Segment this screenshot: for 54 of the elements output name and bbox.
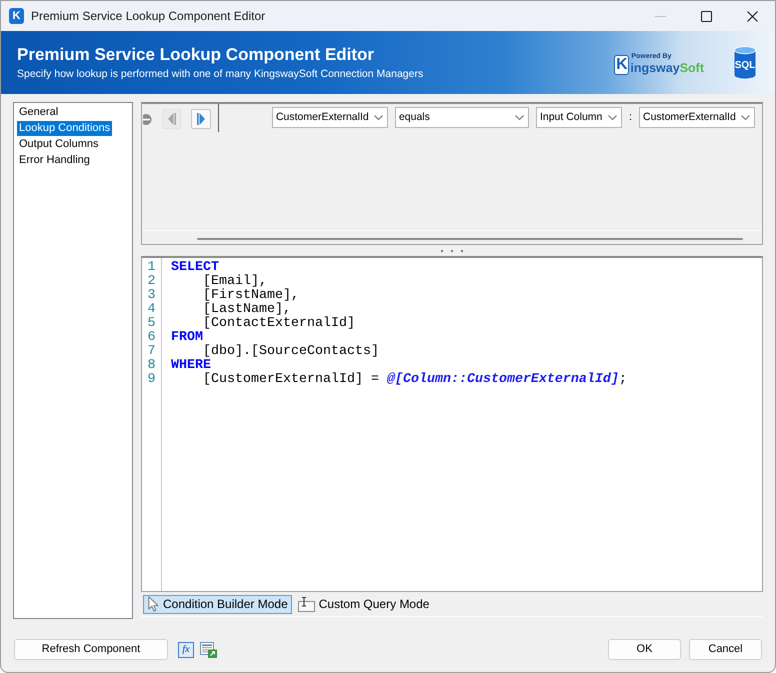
code-line: WHERE bbox=[171, 359, 211, 373]
source-type-dropdown[interactable]: Input Column bbox=[536, 107, 622, 128]
colon-separator: : bbox=[628, 110, 632, 126]
query-editor[interactable]: 1 2 3 4 5 6 7 8 9 SELECT [Email], [FirstName], [LastName], [ContactExternalId] FROM [dbo].[SourceContacts] WHERE [CustomerExternalId] = @[Column::CustomerExternalId]; bbox=[141, 256, 763, 592]
window-title: Premium Service Lookup Component Editor bbox=[31, 8, 266, 25]
logo-wordmark: ingswaySoft bbox=[629, 60, 704, 74]
cancel-button[interactable]: Cancel bbox=[689, 639, 762, 660]
code-line: SELECT bbox=[171, 261, 219, 275]
ok-button[interactable]: OK bbox=[608, 639, 681, 660]
database-logo: SQL bbox=[734, 46, 756, 79]
code-line: [dbo].[SourceContacts] bbox=[203, 345, 379, 359]
value-dropdown[interactable]: CustomerExternalId bbox=[639, 107, 755, 128]
sidebar-item[interactable]: General bbox=[17, 105, 60, 120]
move-right-button[interactable] bbox=[191, 109, 211, 129]
table-icon[interactable] bbox=[200, 642, 217, 658]
code-line: [FirstName], bbox=[203, 289, 299, 303]
sidebar-item[interactable]: Error Handling bbox=[17, 153, 92, 168]
line-number: 1 bbox=[148, 261, 156, 275]
header-subtitle: Specify how lookup is performed with one of many KingswaySoft Connection Managers bbox=[17, 66, 424, 80]
code-line: FROM bbox=[171, 331, 203, 345]
chevron-down-icon bbox=[514, 115, 524, 120]
line-number: 2 bbox=[148, 275, 156, 289]
text-cursor-icon bbox=[298, 596, 315, 612]
header-title: Premium Service Lookup Component Editor bbox=[17, 44, 376, 64]
chevron-down-icon bbox=[608, 115, 617, 120]
sidebar-item[interactable]: Lookup Conditions bbox=[17, 121, 112, 136]
line-number: 5 bbox=[148, 317, 156, 331]
code-line: [CustomerExternalId] = @[Column::CustomerExternalId]; bbox=[203, 373, 627, 387]
chevron-down-icon bbox=[374, 115, 383, 120]
line-number: 8 bbox=[148, 359, 156, 373]
line-number: 4 bbox=[148, 303, 156, 317]
mode-button[interactable]: Custom Query Mode bbox=[292, 594, 434, 614]
line-number: 7 bbox=[148, 345, 156, 359]
pointer-icon bbox=[148, 596, 159, 612]
maximize-icon[interactable] bbox=[700, 10, 712, 22]
code-line: [LastName], bbox=[203, 303, 291, 317]
mode-button[interactable]: Condition Builder Mode bbox=[143, 594, 292, 614]
app-icon: K bbox=[9, 8, 24, 24]
logo-mark: K bbox=[614, 54, 630, 74]
refresh-component-button[interactable]: Refresh Component bbox=[14, 639, 168, 660]
line-number: 6 bbox=[148, 331, 156, 345]
code-line: [Email], bbox=[203, 275, 267, 289]
close-icon[interactable] bbox=[746, 10, 758, 22]
sidebar-item[interactable]: Output Columns bbox=[17, 137, 100, 152]
operator-dropdown[interactable]: equals bbox=[394, 107, 529, 128]
left-arrow-icon bbox=[168, 113, 176, 125]
right-arrow-icon bbox=[197, 113, 205, 125]
code-line: [ContactExternalId] bbox=[203, 317, 355, 331]
line-number: 9 bbox=[148, 373, 156, 387]
line-number: 3 bbox=[148, 289, 156, 303]
scrollbar-thumb[interactable] bbox=[197, 238, 743, 240]
chevron-down-icon bbox=[741, 115, 750, 120]
expression-button[interactable]: fx bbox=[178, 642, 194, 658]
field-dropdown[interactable]: CustomerExternalId bbox=[272, 107, 388, 128]
